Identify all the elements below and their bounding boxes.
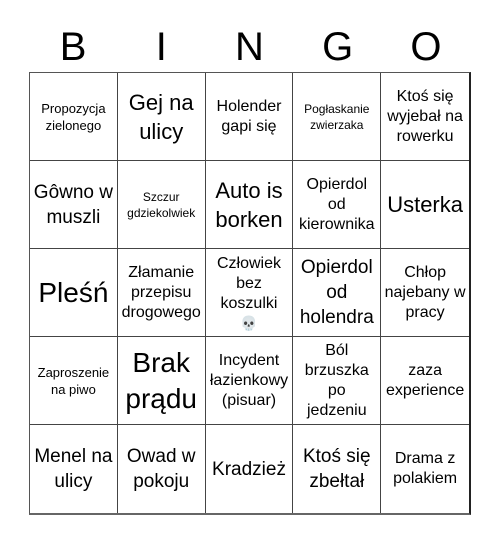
bingo-cell[interactable]: Szczur gdziekolwiek bbox=[117, 161, 206, 249]
bingo-cell-text: Brak prądu bbox=[125, 346, 197, 414]
bingo-cell[interactable]: Propozycja zielonego bbox=[30, 73, 118, 161]
bingo-cell[interactable]: Brak prądu bbox=[117, 337, 206, 425]
bingo-cell[interactable]: Drama z polakiem bbox=[381, 425, 469, 513]
bingo-cell[interactable]: Ktoś się wyjebał na rowerku bbox=[381, 73, 469, 161]
bingo-cell[interactable]: Menel na ulicy bbox=[30, 425, 118, 513]
bingo-cell-text: Gôwno w muszli bbox=[33, 181, 113, 228]
bingo-cell[interactable]: Ktoś się zbełtał bbox=[293, 425, 382, 513]
bingo-cell[interactable]: Opierdol od holendra bbox=[293, 249, 382, 337]
bingo-cell[interactable]: Pogłaskanie zwierzaka bbox=[293, 73, 382, 161]
bingo-cell[interactable]: Kradzież bbox=[206, 425, 294, 513]
bingo-cell-text: Gej na ulicy bbox=[128, 89, 194, 144]
bingo-cell[interactable]: Gôwno w muszli bbox=[30, 161, 118, 249]
bingo-cell-text: Ból brzuszka po jedzeniu bbox=[304, 341, 369, 419]
bingo-cell-text: Opierdol od kierownika bbox=[298, 175, 375, 233]
bingo-cell-text: Opierdol od holendra bbox=[299, 257, 374, 328]
bingo-cell-text: Propozycja zielonego bbox=[41, 100, 106, 133]
bingo-cell[interactable]: Zaproszenie na piwo bbox=[30, 337, 118, 425]
bingo-cell[interactable]: Owad w pokoju bbox=[118, 425, 206, 513]
header-letter-i: I bbox=[155, 25, 167, 69]
bingo-cell[interactable]: Opierdol od kierownika bbox=[293, 161, 382, 249]
header-letter-o: O bbox=[410, 25, 442, 69]
bingo-cell[interactable]: Gej na ulicy bbox=[117, 73, 206, 161]
bingo-cell-text: Ktoś się wyjebał na rowerku bbox=[387, 87, 463, 145]
bingo-cell[interactable]: Chłop najebany w pracy bbox=[381, 249, 469, 337]
bingo-cell-text: zaza experience bbox=[385, 361, 465, 399]
bingo-cell-text: Auto is borken bbox=[215, 177, 283, 232]
bingo-header: B I N G O bbox=[29, 22, 470, 72]
bingo-grid: Propozycja zielonego Gej na ulicy Holender… bbox=[29, 72, 471, 515]
bingo-cell-text: Menel na ulicy bbox=[34, 446, 113, 492]
bingo-cell-text: Incydent łazienkowy (pisuar) bbox=[209, 351, 289, 409]
bingo-cell-text: Pogłaskanie zwierzaka bbox=[304, 101, 370, 132]
bingo-cell[interactable]: Ból brzuszka po jedzeniu bbox=[293, 337, 382, 425]
bingo-cell-text: Człowiek bez koszulki bbox=[216, 254, 281, 312]
bingo-cell[interactable]: Pleśń bbox=[30, 249, 118, 337]
bingo-cell[interactable]: Usterka bbox=[381, 161, 469, 249]
bingo-cell-text: Pleśń bbox=[38, 276, 109, 308]
header-letter-n: N bbox=[235, 25, 264, 69]
bingo-cell[interactable]: Holender gapi się bbox=[205, 73, 294, 161]
bingo-cell-text: Chłop najebany w pracy bbox=[384, 263, 466, 321]
bingo-cell-text: Złamanie przepisu drogowego bbox=[121, 263, 201, 321]
header-letter-b: B bbox=[59, 25, 87, 69]
bingo-cell-text: Holender gapi się bbox=[216, 97, 282, 135]
bingo-cell[interactable]: zaza experience bbox=[381, 337, 469, 425]
bingo-cell[interactable]: Incydent łazienkowy (pisuar) bbox=[205, 337, 294, 425]
bingo-cell-text: Usterka bbox=[387, 192, 463, 217]
bingo-cell-text: Drama z polakiem bbox=[393, 450, 458, 487]
bingo-cell-text: Szczur gdziekolwiek bbox=[127, 189, 196, 220]
bingo-cell-text: Zaproszenie na piwo bbox=[37, 364, 110, 397]
bingo-cell-text: Ktoś się zbełtał bbox=[302, 446, 371, 492]
skull-icon: 💀 bbox=[240, 314, 258, 331]
bingo-cell-text: Kradzież bbox=[212, 458, 286, 480]
header-letter-g: G bbox=[322, 25, 354, 69]
bingo-cell[interactable]: Człowiek bez koszulki 💀 bbox=[205, 249, 294, 337]
bingo-cell[interactable]: Złamanie przepisu drogowego bbox=[117, 249, 206, 337]
bingo-cell-text: Owad w pokoju bbox=[126, 446, 196, 492]
bingo-cell[interactable]: Auto is borken bbox=[205, 161, 294, 249]
